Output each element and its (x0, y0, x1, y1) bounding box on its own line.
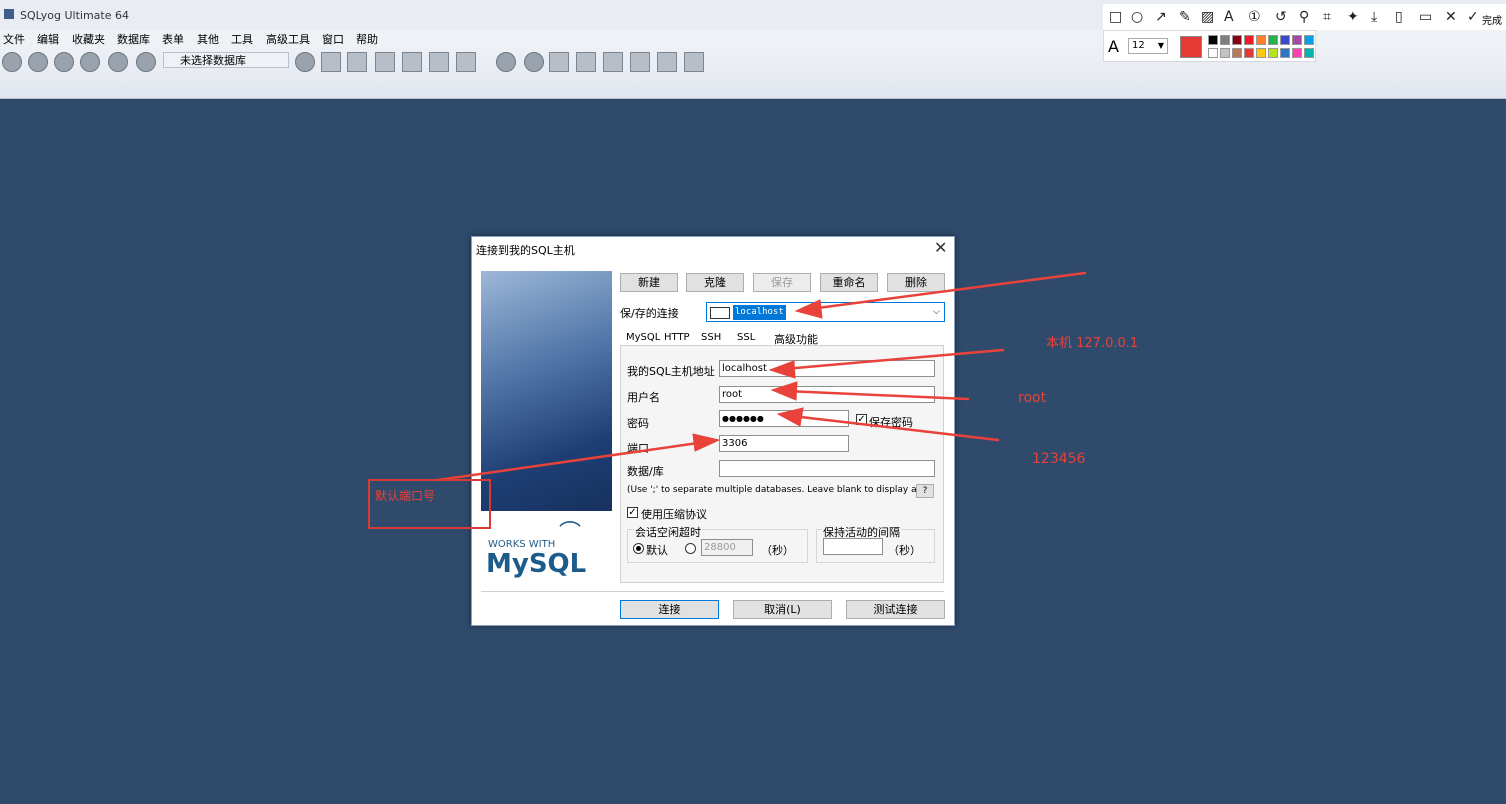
arrow-username (784, 389, 970, 401)
arrow-saved-connection (808, 271, 1087, 311)
arrow-host (782, 348, 1005, 371)
arrowhead-port (692, 433, 721, 452)
annotation-arrows (436, 271, 1087, 482)
arrowhead-username (770, 381, 798, 401)
user-annotation: root (1018, 390, 1047, 406)
host-annotation: 本机 127.0.0.1 (1046, 336, 1139, 351)
port-annotation: 默认端口号 (375, 489, 436, 503)
arrow-password (790, 414, 1000, 442)
arrowhead-password (776, 407, 804, 427)
arrow-port (436, 440, 707, 482)
arrowhead-saved-connection (794, 299, 823, 319)
password-annotation: 123456 (1032, 451, 1086, 467)
arrowhead-host (768, 360, 796, 379)
